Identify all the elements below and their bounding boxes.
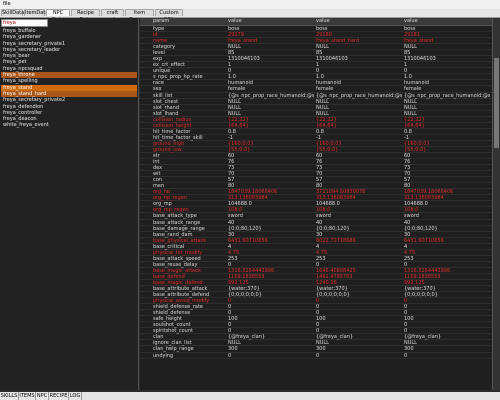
bottom-tab-skills[interactable]: SKILLS bbox=[0, 392, 19, 400]
npc-list-panel: freya freya_buffalo freya_gardener freya_s… bbox=[0, 18, 139, 390]
npc-search-input[interactable]: freya bbox=[1, 19, 48, 27]
bottom-tab-log[interactable]: LOG bbox=[69, 392, 82, 400]
bottom-tab-items[interactable]: ITEMS bbox=[19, 392, 36, 400]
bottom-tab-npc[interactable]: NPC bbox=[36, 392, 49, 400]
value-cell[interactable]: 0 bbox=[316, 353, 402, 359]
vertical-scrollbar[interactable] bbox=[492, 18, 500, 390]
param-column-header[interactable]: param bbox=[153, 18, 169, 25]
tab-itemdata[interactable]: ItemData bbox=[24, 9, 48, 16]
bottom-tab-recipe[interactable]: RECIPE bbox=[49, 392, 69, 400]
file-menu[interactable]: file bbox=[0, 1, 11, 7]
npc-list: freya_buffalo freya_gardener freya_secreta… bbox=[1, 28, 137, 129]
tab-custom-sql[interactable]: Custom SQL bbox=[155, 9, 183, 23]
menu-bar: file bbox=[0, 0, 500, 9]
tab-bar: SkillData ItemData NPC Data Recipe Data … bbox=[0, 9, 500, 23]
tab-item-browser[interactable]: Item Browser bbox=[125, 9, 154, 23]
param-cell: undying bbox=[153, 352, 174, 359]
npc-property-grid: param value value value type boss boss boss… bbox=[140, 18, 492, 390]
tab-skilldata[interactable]: SkillData bbox=[1, 9, 24, 16]
value-column-header-1[interactable]: value bbox=[228, 18, 242, 25]
tab-craft-calc[interactable]: craft calc bbox=[101, 9, 124, 23]
scrollbar-thumb[interactable] bbox=[494, 58, 499, 148]
value-cell[interactable]: 0 bbox=[228, 353, 314, 359]
grid-row[interactable]: undying 0 0 0 bbox=[140, 353, 492, 359]
tab-recipe-data[interactable]: Recipe Data bbox=[71, 9, 100, 23]
value-cell[interactable]: 0 bbox=[404, 353, 490, 359]
value-column-header-3[interactable]: value bbox=[404, 18, 418, 25]
tab-npc-data[interactable]: NPC Data bbox=[46, 9, 70, 23]
value-column-header-2[interactable]: value bbox=[316, 18, 330, 25]
grid-rows: type boss boss boss id 29179 29180 29181 name fre… bbox=[140, 26, 492, 359]
npc-list-item[interactable]: white_freya_event bbox=[1, 122, 137, 128]
bottom-tab-bar: SKILLS ITEMS NPC RECIPE LOG bbox=[0, 392, 500, 400]
grid-header: param value value value bbox=[140, 18, 492, 26]
